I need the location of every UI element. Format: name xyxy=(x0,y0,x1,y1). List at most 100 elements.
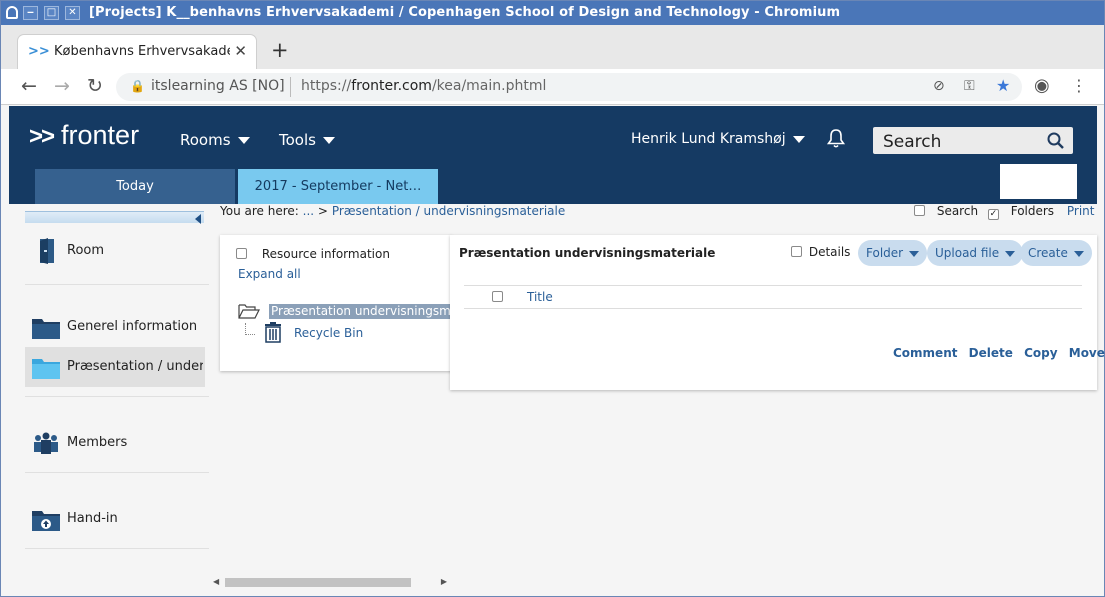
details-toggle[interactable]: Details xyxy=(791,245,850,259)
select-all-checkbox[interactable] xyxy=(492,291,503,302)
key-icon[interactable]: ⚿ xyxy=(964,78,975,94)
tab-room[interactable]: 2017 - September - Net… xyxy=(238,169,438,204)
window-lock-icon xyxy=(6,6,18,19)
folder-content-panel: Præsentation undervisningsmateriale Deta… xyxy=(450,235,1105,390)
sidebar-item-hand-in[interactable]: Hand-in xyxy=(25,499,205,539)
fronter-logo[interactable]: >> fronter xyxy=(29,120,139,151)
logo-arrows-icon: >> xyxy=(29,123,55,150)
upload-file-button[interactable]: Upload file xyxy=(927,240,1024,266)
resource-info-toggle[interactable]: Resource information xyxy=(236,247,390,261)
tree-root-folder[interactable]: Præsentation undervisningsmateriale xyxy=(238,303,452,321)
tab-today[interactable]: Today xyxy=(35,169,235,204)
sidebar-divider xyxy=(25,284,209,285)
create-button[interactable]: Create xyxy=(1020,240,1092,266)
notifications-bell-icon[interactable] xyxy=(825,127,847,149)
collapse-arrow-icon[interactable] xyxy=(195,214,201,224)
sidebar-item-generel-information[interactable]: Generel information xyxy=(25,307,205,347)
room-door-icon xyxy=(40,238,54,264)
tree-item-recycle-bin[interactable]: Recycle Bin xyxy=(294,326,363,340)
tools-caret-icon xyxy=(322,137,335,144)
browser-tab[interactable]: >> Københavns Erhvervsakademi ✕ xyxy=(17,34,257,69)
window-title: [Projects] K__benhavns Erhvervsakademi /… xyxy=(89,5,841,20)
folders-checkbox[interactable]: ✓ xyxy=(987,209,999,220)
bookmark-star-icon[interactable]: ★ xyxy=(996,76,1010,95)
members-icon xyxy=(34,432,58,454)
sidebar-item-praesentation[interactable]: Præsentation / under… xyxy=(25,347,205,387)
breadcrumb-current[interactable]: Præsentation / undervisningsmateriale xyxy=(332,204,565,218)
details-checkbox[interactable] xyxy=(791,246,802,257)
print-link[interactable]: Print xyxy=(1067,204,1095,218)
recycle-bin-icon xyxy=(265,322,281,343)
tools-menu[interactable]: Tools xyxy=(279,131,335,149)
tree-connector xyxy=(245,323,255,335)
folder-open-icon xyxy=(32,359,60,379)
column-header-title[interactable]: Title xyxy=(527,290,553,304)
address-bar[interactable]: 🔒 itslearning AS [NO] https://fronter.co… xyxy=(116,73,1022,101)
sidebar-item-label: Room xyxy=(67,243,105,258)
scrollbar-thumb[interactable] xyxy=(225,578,411,587)
url-separator xyxy=(290,77,291,97)
folder-dropdown-icon xyxy=(909,250,920,257)
site-info[interactable]: itslearning AS [NO] xyxy=(151,78,285,94)
scroll-left-icon[interactable]: ◀ xyxy=(213,577,219,586)
breadcrumb-ellipsis[interactable]: ... xyxy=(303,204,314,218)
tab-title: Københavns Erhvervsakademi xyxy=(54,44,230,59)
table-header-bottom-border xyxy=(464,308,1082,309)
horizontal-scrollbar[interactable]: ◀ ▶ xyxy=(213,576,449,588)
header-blank-area xyxy=(1000,164,1077,199)
close-tab-icon[interactable]: ✕ xyxy=(234,42,247,60)
details-label: Details xyxy=(808,245,851,259)
table-header-top-border xyxy=(464,285,1082,286)
folders-option-label: Folders xyxy=(1010,204,1055,218)
bulk-actions: Comment Delete Copy Move xyxy=(893,346,1105,360)
new-tab-icon[interactable]: + xyxy=(271,38,289,62)
comment-action[interactable]: Comment xyxy=(893,346,957,360)
browser-toolbar: ← → ↻ 🔒 itslearning AS [NO] https://fron… xyxy=(1,69,1104,105)
lock-icon[interactable]: 🔒 xyxy=(130,79,145,93)
folder-button[interactable]: Folder xyxy=(858,240,928,266)
search-checkbox[interactable] xyxy=(914,205,925,216)
close-window-button[interactable]: ✕ xyxy=(65,6,80,20)
move-action[interactable]: Move xyxy=(1069,346,1105,360)
sidebar-item-label: Generel information xyxy=(67,319,198,334)
minimize-button[interactable]: ‒ xyxy=(23,6,38,20)
maximize-button[interactable]: □ xyxy=(44,6,59,20)
sidebar-item-label: Præsentation / under… xyxy=(67,359,203,374)
delete-action[interactable]: Delete xyxy=(969,346,1013,360)
sidebar-item-members[interactable]: Members xyxy=(25,423,205,463)
sidebar-item-label: Members xyxy=(67,435,128,450)
tab-strip: >> Københavns Erhvervsakademi ✕ + xyxy=(1,25,1104,69)
hand-in-folder-icon xyxy=(32,511,60,531)
breadcrumb: You are here: ... > Præsentation / under… xyxy=(220,204,565,218)
sidebar-collapse-bar[interactable] xyxy=(25,211,204,224)
rooms-menu[interactable]: Rooms xyxy=(180,131,250,149)
sidebar-item-room[interactable]: Room xyxy=(25,231,205,271)
search-option-label: Search xyxy=(936,204,979,218)
reload-icon[interactable]: ↻ xyxy=(87,75,103,97)
user-menu[interactable]: Henrik Lund Kramshøj xyxy=(631,131,805,147)
fronter-header: >> fronter Rooms Tools Henrik Lund Kramsh… xyxy=(9,106,1097,204)
user-caret-icon xyxy=(792,135,805,143)
fronter-favicon-icon: >> xyxy=(28,44,50,59)
menu-dots-icon[interactable]: ⋮ xyxy=(1071,75,1087,97)
scroll-right-icon[interactable]: ▶ xyxy=(441,577,447,586)
back-icon[interactable]: ← xyxy=(21,75,37,97)
folder-title: Præsentation undervisningsmateriale xyxy=(459,246,716,260)
forward-icon[interactable]: → xyxy=(54,75,70,97)
search-input[interactable]: Search xyxy=(873,127,1073,154)
create-dropdown-icon xyxy=(1073,250,1084,257)
cookie-blocked-icon[interactable]: ⊘ xyxy=(933,78,945,94)
profile-icon[interactable]: ◉ xyxy=(1034,75,1050,97)
sidebar-divider xyxy=(25,548,209,549)
folder-tree-panel: Resource information Expand all Præsenta… xyxy=(220,235,452,371)
resource-info-checkbox[interactable] xyxy=(236,248,247,259)
sidebar-divider xyxy=(25,396,209,397)
window-titlebar: ‒ □ ✕ [Projects] K__benhavns Erhvervsaka… xyxy=(1,1,1104,25)
search-icon[interactable] xyxy=(1046,131,1065,150)
expand-all-link[interactable]: Expand all xyxy=(238,267,301,281)
tree-root-label[interactable]: Præsentation undervisningsmateriale xyxy=(269,304,450,319)
url-text[interactable]: https://fronter.com/kea/main.phtml xyxy=(301,78,546,94)
copy-action[interactable]: Copy xyxy=(1024,346,1057,360)
view-options: Search ✓ Folders Print xyxy=(914,204,1095,220)
rooms-caret-icon xyxy=(237,137,250,144)
